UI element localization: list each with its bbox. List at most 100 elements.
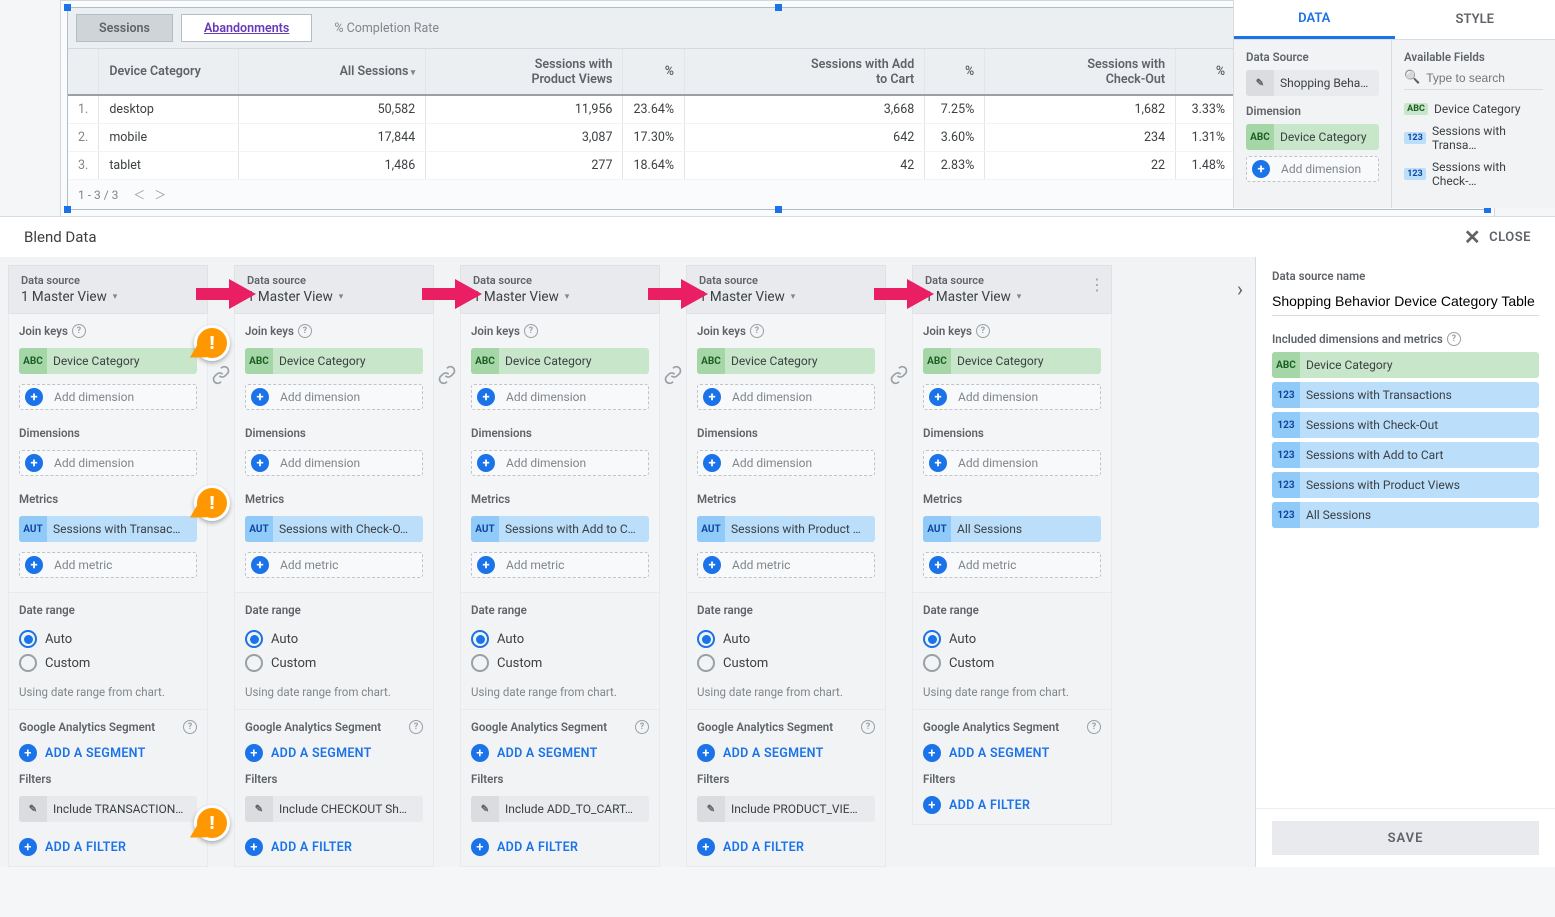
date-range-auto[interactable]: Auto — [697, 627, 875, 651]
add-dimension[interactable]: + Add dimension — [19, 450, 197, 476]
add-dimension[interactable]: + Add dimension — [697, 450, 875, 476]
col-device-category[interactable]: Device Category — [99, 49, 239, 95]
add-join-dimension[interactable]: + Add dimension — [697, 384, 875, 410]
help-icon[interactable]: ? — [635, 720, 649, 734]
save-button[interactable]: SAVE — [1272, 821, 1539, 855]
add-segment-button[interactable]: + ADD A SEGMENT — [245, 744, 423, 762]
add-join-dimension[interactable]: + Add dimension — [471, 384, 649, 410]
date-range-auto[interactable]: Auto — [923, 627, 1101, 651]
data-source-chip[interactable]: ✎ Shopping Behavior… — [1246, 70, 1379, 96]
add-join-dimension[interactable]: + Add dimension — [19, 384, 197, 410]
help-icon[interactable]: ? — [1087, 720, 1101, 734]
tab-data[interactable]: DATA — [1234, 0, 1395, 39]
available-field[interactable]: 123Sessions with Transa… — [1404, 120, 1543, 156]
field-search-input[interactable] — [1426, 71, 1543, 85]
included-field-chip[interactable]: 123Sessions with Product Views — [1272, 472, 1539, 498]
col-atc-pct[interactable]: % — [925, 49, 985, 95]
join-key-chip[interactable]: ABC Device Category — [245, 348, 423, 374]
tab-completion-rate[interactable]: % Completion Rate — [334, 21, 439, 36]
help-icon[interactable]: ? — [750, 324, 764, 338]
help-icon[interactable]: ? — [298, 324, 312, 338]
join-key-chip[interactable]: ABC Device Category — [19, 348, 197, 374]
add-join-dimension[interactable]: + Add dimension — [923, 384, 1101, 410]
pager-next-icon[interactable]: ＞ — [151, 186, 169, 203]
help-icon[interactable]: ? — [1447, 332, 1461, 346]
date-range-custom[interactable]: Custom — [245, 651, 423, 675]
add-dimension[interactable]: + Add dimension — [471, 450, 649, 476]
add-filter-button[interactable]: + ADD A FILTER — [19, 838, 197, 856]
add-segment-button[interactable]: + ADD A SEGMENT — [19, 744, 197, 762]
add-join-dimension[interactable]: + Add dimension — [245, 384, 423, 410]
col-product-views[interactable]: Sessions with Product Views — [426, 49, 623, 95]
tab-style[interactable]: STYLE — [1395, 0, 1555, 39]
help-icon[interactable]: ? — [861, 720, 875, 734]
metric-chip[interactable]: AUT Sessions with Product … — [697, 516, 875, 542]
available-field[interactable]: ABCDevice Category — [1404, 98, 1543, 120]
metric-chip[interactable]: AUT Sessions with Add to C… — [471, 516, 649, 542]
lanes-next-icon[interactable]: › — [1237, 277, 1243, 301]
date-range-custom[interactable]: Custom — [923, 651, 1101, 675]
add-filter-button[interactable]: + ADD A FILTER — [471, 838, 649, 856]
included-field-chip[interactable]: 123Sessions with Check-Out — [1272, 412, 1539, 438]
add-filter-button[interactable]: + ADD A FILTER — [245, 838, 423, 856]
included-field-chip[interactable]: ABCDevice Category — [1272, 352, 1539, 378]
add-filter-button[interactable]: + ADD A FILTER — [697, 838, 875, 856]
data-source-name: Shopping Behavior… — [1274, 76, 1379, 90]
help-icon[interactable]: ? — [409, 720, 423, 734]
add-metric[interactable]: + Add metric — [471, 552, 649, 578]
date-range-auto[interactable]: Auto — [471, 627, 649, 651]
data-source-picker[interactable]: 1 Master View — [925, 287, 1099, 305]
filter-chip[interactable]: ✎ Include PRODUCT_VIE… — [697, 796, 875, 822]
metric-chip[interactable]: AUT All Sessions — [923, 516, 1101, 542]
filter-chip[interactable]: ✎ Include ADD_TO_CART… — [471, 796, 649, 822]
help-icon[interactable]: ? — [976, 324, 990, 338]
lane-menu-icon[interactable]: ⋮ — [1089, 275, 1104, 294]
custom-label: Custom — [723, 656, 768, 671]
dimension-chip[interactable]: ABC Device Category — [1246, 124, 1379, 150]
col-co-pct[interactable]: % — [1176, 49, 1236, 95]
date-range-custom[interactable]: Custom — [471, 651, 649, 675]
add-segment-button[interactable]: + ADD A SEGMENT — [923, 744, 1101, 762]
join-key-chip[interactable]: ABC Device Category — [697, 348, 875, 374]
date-range-custom[interactable]: Custom — [19, 651, 197, 675]
join-key-chip[interactable]: ABC Device Category — [923, 348, 1101, 374]
help-icon[interactable]: ? — [183, 720, 197, 734]
tab-abandonments[interactable]: Abandonments — [181, 14, 312, 42]
tab-sessions[interactable]: Sessions — [76, 14, 173, 42]
metric-chip[interactable]: AUT Sessions with Check-O… — [245, 516, 423, 542]
data-source-picker[interactable]: 1 Master View — [699, 287, 873, 305]
date-range-auto[interactable]: Auto — [19, 627, 197, 651]
data-source-picker[interactable]: 1 Master View — [473, 287, 647, 305]
add-dimension[interactable]: + Add dimension — [923, 450, 1101, 476]
add-metric[interactable]: + Add metric — [697, 552, 875, 578]
included-field-chip[interactable]: 123Sessions with Add to Cart — [1272, 442, 1539, 468]
add-dimension-button[interactable]: + Add dimension — [1246, 156, 1379, 182]
col-all-sessions[interactable]: All Sessions — [239, 49, 426, 95]
data-source-picker[interactable]: 1 Master View — [247, 287, 421, 305]
pager-prev-icon[interactable]: ＜ — [130, 186, 148, 203]
filter-chip[interactable]: ✎ Include TRANSACTION… — [19, 796, 197, 822]
join-key-chip[interactable]: ABC Device Category — [471, 348, 649, 374]
col-checkout[interactable]: Sessions with Check-Out — [985, 49, 1176, 95]
add-metric[interactable]: + Add metric — [923, 552, 1101, 578]
help-icon[interactable]: ? — [524, 324, 538, 338]
close-button[interactable]: ✕ CLOSE — [1464, 227, 1531, 247]
ds-name-input[interactable] — [1272, 289, 1539, 316]
metric-chip[interactable]: AUT Sessions with Transac… — [19, 516, 197, 542]
col-pv-pct[interactable]: % — [623, 49, 685, 95]
filter-chip[interactable]: ✎ Include CHECKOUT Sh… — [245, 796, 423, 822]
add-filter-button[interactable]: + ADD A FILTER — [923, 796, 1101, 814]
add-dimension[interactable]: + Add dimension — [245, 450, 423, 476]
col-add-to-cart[interactable]: Sessions with Add to Cart — [685, 49, 925, 95]
included-field-chip[interactable]: 123All Sessions — [1272, 502, 1539, 528]
date-range-custom[interactable]: Custom — [697, 651, 875, 675]
add-segment-button[interactable]: + ADD A SEGMENT — [697, 744, 875, 762]
available-field[interactable]: 123Sessions with Check-… — [1404, 156, 1543, 192]
date-range-auto[interactable]: Auto — [245, 627, 423, 651]
add-segment-button[interactable]: + ADD A SEGMENT — [471, 744, 649, 762]
add-metric[interactable]: + Add metric — [245, 552, 423, 578]
help-icon[interactable]: ? — [72, 324, 86, 338]
data-source-picker[interactable]: 1 Master View — [21, 287, 195, 305]
included-field-chip[interactable]: 123Sessions with Transactions — [1272, 382, 1539, 408]
add-metric[interactable]: + Add metric — [19, 552, 197, 578]
